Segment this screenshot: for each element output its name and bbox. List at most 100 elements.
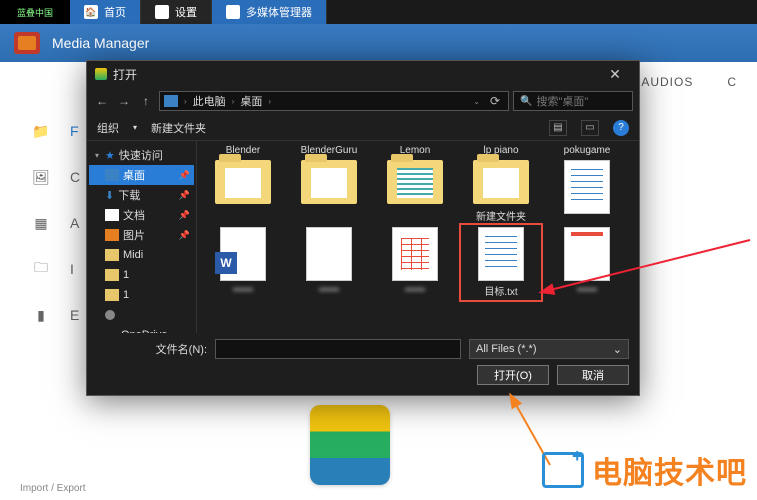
folder-icon bbox=[105, 249, 119, 261]
nav-other[interactable]: C bbox=[727, 75, 737, 89]
folder-icon bbox=[301, 160, 357, 204]
up-button[interactable]: ↑ bbox=[137, 94, 155, 108]
filename-label: 文件名(N): bbox=[97, 341, 207, 357]
folder-tree: ▾★快速访问 桌面📌 ⬇下载📌 文档📌 图片📌 Midi 1 1 ▸☁OneDr… bbox=[87, 141, 197, 333]
file-item[interactable] bbox=[203, 158, 283, 225]
file-item[interactable]: 新建文件夹 bbox=[461, 158, 541, 225]
folder-icon bbox=[105, 269, 119, 281]
chevron-right-icon: › bbox=[268, 97, 271, 106]
file-item[interactable]: ▬▬ bbox=[289, 225, 369, 300]
apps-icon: ▦ bbox=[30, 214, 52, 232]
search-icon: 🔍 bbox=[520, 96, 532, 107]
file-item[interactable] bbox=[375, 158, 455, 225]
tab-settings[interactable]: ⚙ 设置 bbox=[141, 0, 212, 24]
media-icon: ▣ bbox=[226, 5, 240, 19]
tab-label: 多媒体管理器 bbox=[246, 4, 312, 20]
tab-label: 设置 bbox=[175, 4, 197, 20]
file-item[interactable]: BlenderGuru bbox=[289, 143, 369, 158]
document-icon bbox=[564, 227, 610, 281]
tree-desktop[interactable]: 桌面📌 bbox=[89, 165, 194, 185]
tree-folder[interactable]: Midi bbox=[89, 245, 194, 265]
pin-icon: 📌 bbox=[179, 190, 190, 201]
tab-label: 首页 bbox=[104, 4, 126, 20]
top-tabbar: 蓝叠中国 🏠 首页 ⚙ 设置 ▣ 多媒体管理器 bbox=[0, 0, 757, 24]
pc-icon bbox=[164, 95, 178, 107]
search-placeholder: 搜索"桌面" bbox=[536, 93, 588, 109]
dialog-toolbar: 组织 ▾ 新建文件夹 ▤ ▭ ? bbox=[87, 115, 639, 141]
tree-downloads[interactable]: ⬇下载📌 bbox=[89, 185, 194, 205]
tree-folder[interactable] bbox=[89, 305, 194, 325]
open-button[interactable]: 打开(O) bbox=[477, 365, 549, 385]
document-icon bbox=[392, 227, 438, 281]
media-manager-icon bbox=[14, 32, 40, 54]
app-icon bbox=[95, 68, 107, 80]
file-item[interactable]: ▬▬ bbox=[375, 225, 455, 300]
file-list: Blender BlenderGuru Lemon lp piano pokug… bbox=[197, 141, 639, 333]
cancel-button[interactable]: 取消 bbox=[557, 365, 629, 385]
folder-icon: 📁 bbox=[30, 122, 52, 140]
dialog-titlebar: 打开 ✕ bbox=[87, 61, 639, 87]
address-bar[interactable]: › 此电脑 › 桌面 › ⌄ ⟳ bbox=[159, 91, 509, 111]
file-item[interactable]: ▬▬ bbox=[547, 225, 627, 300]
path-segment[interactable]: 此电脑 bbox=[193, 93, 226, 109]
file-open-dialog: 打开 ✕ ← → ↑ › 此电脑 › 桌面 › ⌄ ⟳ 🔍 搜索"桌面" 组织 … bbox=[86, 60, 640, 396]
search-input[interactable]: 🔍 搜索"桌面" bbox=[513, 91, 633, 111]
folder-icon bbox=[387, 160, 443, 204]
tab-media-manager[interactable]: ▣ 多媒体管理器 bbox=[212, 0, 327, 24]
chevron-right-icon: › bbox=[232, 97, 235, 106]
chevron-down-icon: ⌄ bbox=[613, 343, 622, 356]
file-item[interactable] bbox=[289, 158, 369, 225]
preview-pane-button[interactable]: ▭ bbox=[581, 120, 599, 136]
imported-file-tile[interactable] bbox=[310, 405, 390, 485]
watermark-text: 电脑技术吧 bbox=[592, 448, 747, 492]
file-item[interactable]: pokugame bbox=[547, 143, 627, 158]
folder-icon bbox=[105, 289, 119, 301]
file-item[interactable]: lp piano bbox=[461, 143, 541, 158]
image-icon: 🖼 bbox=[30, 168, 52, 186]
back-button[interactable]: ← bbox=[93, 94, 111, 108]
picture-icon bbox=[105, 229, 119, 241]
tree-pictures[interactable]: 图片📌 bbox=[89, 225, 194, 245]
file-type-filter[interactable]: All Files (*.*)⌄ bbox=[469, 339, 629, 359]
refresh-button[interactable]: ⟳ bbox=[486, 94, 504, 108]
forward-button[interactable]: → bbox=[115, 94, 133, 108]
download-icon: ⬇ bbox=[105, 189, 114, 202]
tree-folder[interactable]: 1 bbox=[89, 265, 194, 285]
chevron-right-icon: › bbox=[184, 97, 187, 106]
home-icon: 🏠 bbox=[84, 5, 98, 19]
filename-input[interactable] bbox=[215, 339, 461, 359]
path-segment[interactable]: 桌面 bbox=[240, 93, 262, 109]
file-item[interactable] bbox=[547, 158, 627, 225]
star-icon: ★ bbox=[105, 149, 115, 162]
footer-link[interactable]: Import / Export bbox=[20, 483, 86, 494]
watermark-logo-icon bbox=[542, 452, 584, 488]
close-button[interactable]: ✕ bbox=[599, 65, 631, 83]
nav-audios[interactable]: AUDIOS bbox=[641, 75, 693, 89]
help-button[interactable]: ? bbox=[613, 120, 629, 136]
pin-icon: 📌 bbox=[179, 230, 190, 241]
desktop-icon bbox=[105, 169, 119, 181]
file-item-selected[interactable]: 目标.txt bbox=[461, 225, 541, 300]
tree-quick-access[interactable]: ▾★快速访问 bbox=[89, 145, 194, 165]
dialog-title: 打开 bbox=[113, 66, 137, 83]
gear-icon: ⚙ bbox=[155, 5, 169, 19]
dialog-footer: 文件名(N): All Files (*.*)⌄ 打开(O) 取消 bbox=[87, 333, 639, 395]
new-folder-button[interactable]: 新建文件夹 bbox=[151, 120, 206, 136]
chevron-down-icon[interactable]: ⌄ bbox=[473, 97, 480, 106]
view-mode-button[interactable]: ▤ bbox=[549, 120, 567, 136]
tree-documents[interactable]: 文档📌 bbox=[89, 205, 194, 225]
file-item[interactable]: Blender bbox=[203, 143, 283, 158]
dialog-nav: ← → ↑ › 此电脑 › 桌面 › ⌄ ⟳ 🔍 搜索"桌面" bbox=[87, 87, 639, 115]
document-icon bbox=[105, 209, 119, 221]
folder-icon bbox=[473, 160, 529, 204]
organize-menu[interactable]: 组织 bbox=[97, 120, 119, 136]
tree-onedrive[interactable]: ▸☁OneDrive bbox=[89, 325, 194, 333]
file-item[interactable]: Lemon bbox=[375, 143, 455, 158]
folder-icon: 🗀 bbox=[30, 260, 52, 278]
chevron-down-icon: ▾ bbox=[133, 123, 137, 132]
folder-icon bbox=[215, 160, 271, 204]
file-item[interactable]: ▬▬ bbox=[203, 225, 283, 300]
document-icon bbox=[306, 227, 352, 281]
tree-folder[interactable]: 1 bbox=[89, 285, 194, 305]
tab-home[interactable]: 🏠 首页 bbox=[70, 0, 141, 24]
